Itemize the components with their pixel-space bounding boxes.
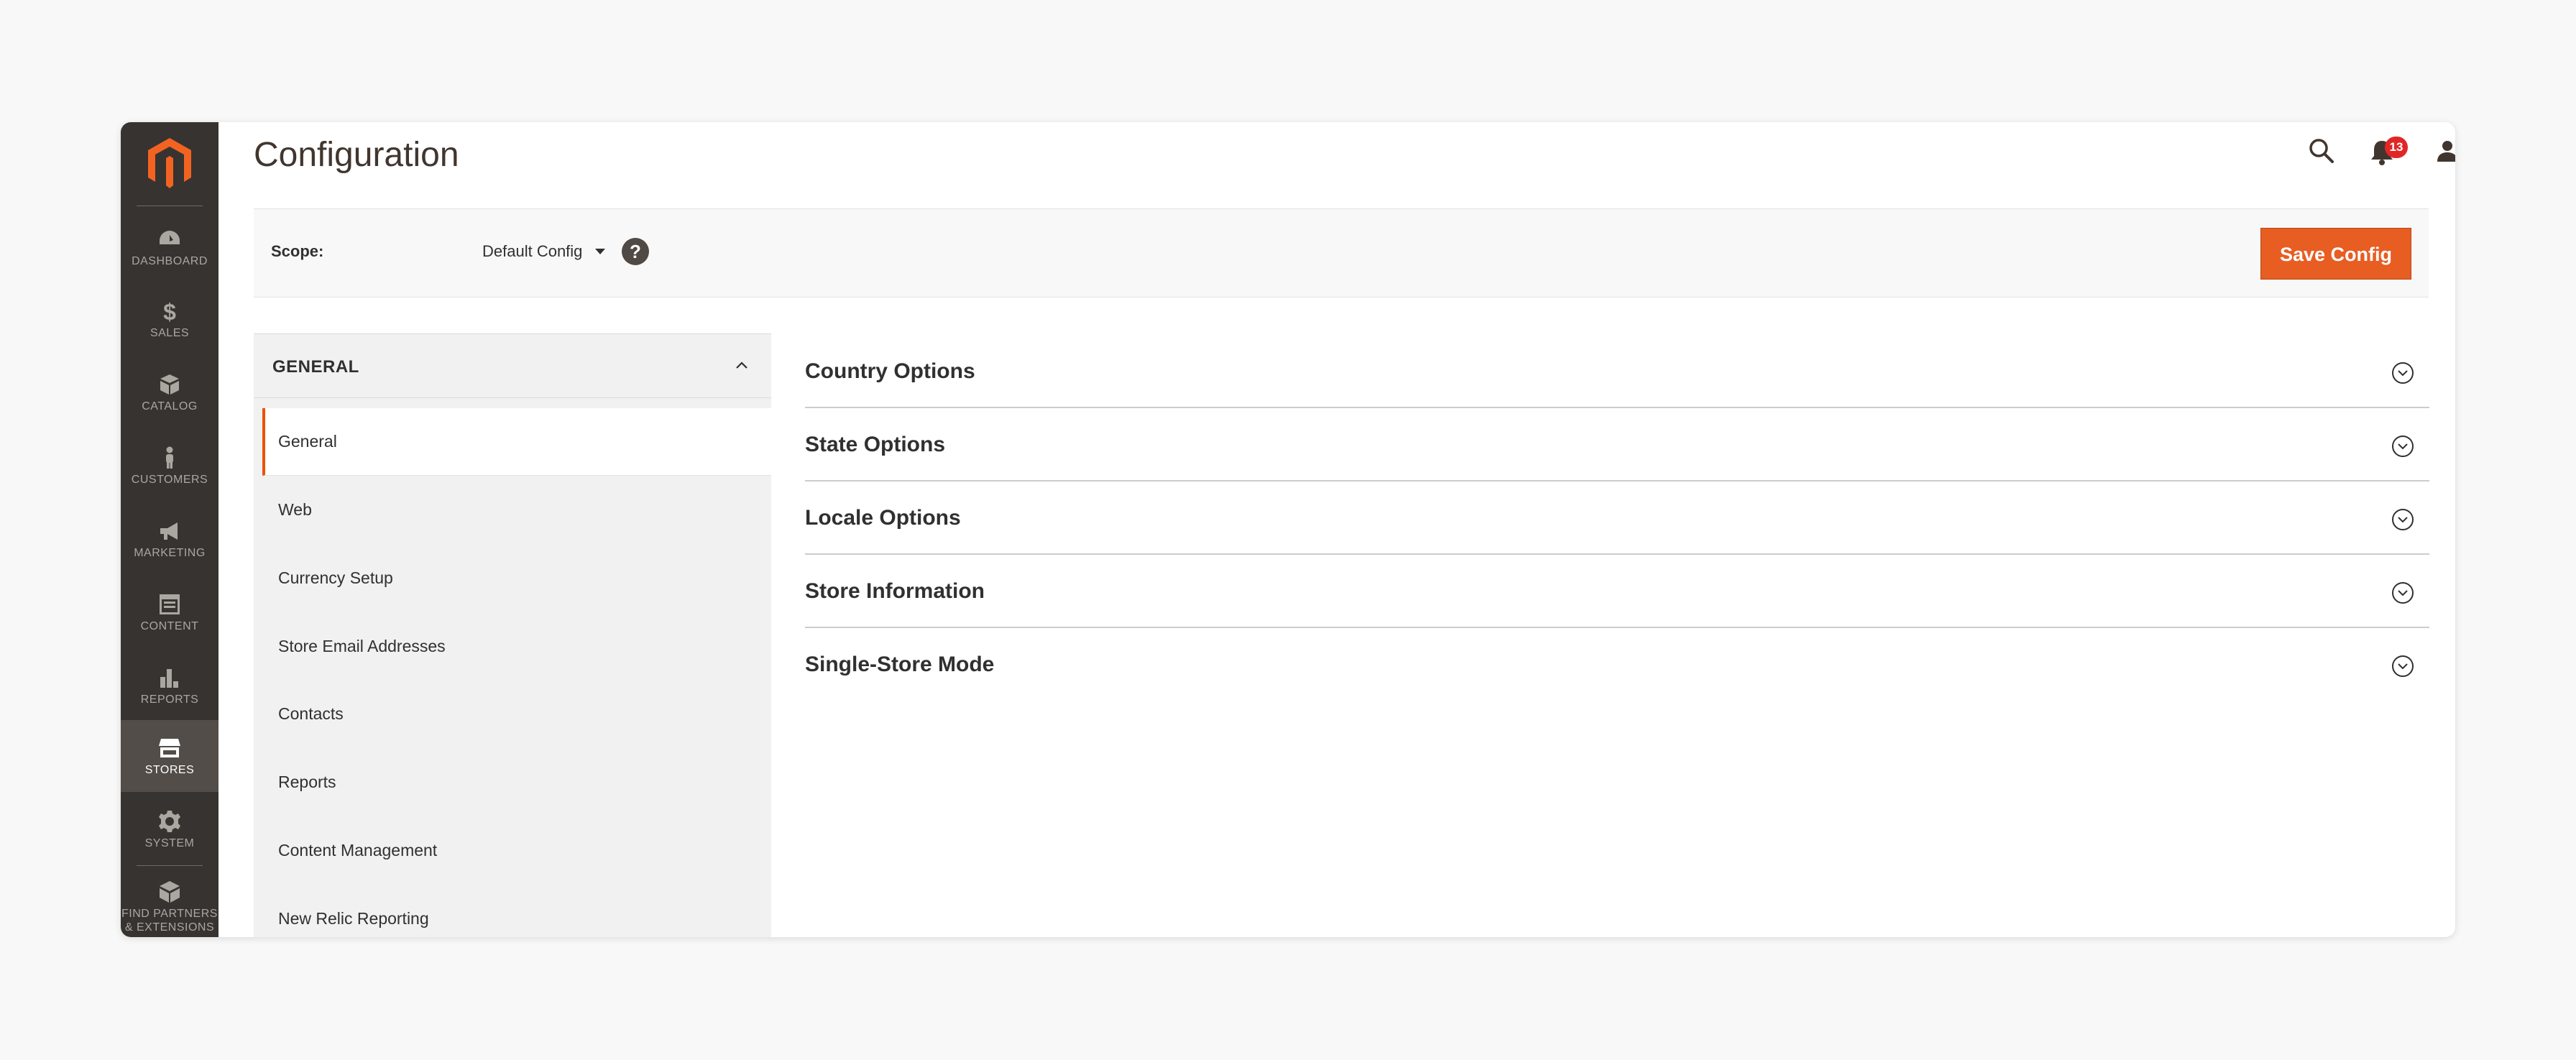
menu-item-system[interactable]: System (121, 793, 218, 865)
tab-general[interactable]: General (262, 408, 771, 476)
tab-store-email-addresses[interactable]: Store Email Addresses (262, 612, 771, 680)
dollar-icon: $ (157, 299, 182, 323)
chevron-down-icon (595, 249, 606, 254)
expand-circle-icon (2392, 655, 2414, 677)
menu-item-dashboard[interactable]: Dashboard (121, 211, 218, 283)
tab-web[interactable]: Web (262, 476, 771, 543)
magento-logo-icon[interactable] (145, 137, 194, 191)
tab-reports[interactable]: Reports (262, 748, 771, 816)
section-single-store-mode[interactable]: Single-Store Mode (805, 628, 2429, 701)
menu-item-reports[interactable]: Reports (121, 650, 218, 722)
config-tabs: GENERAL General Web Currency Setup Store… (254, 333, 771, 937)
gear-icon (157, 809, 182, 834)
bar-chart-icon (157, 665, 182, 690)
storefront-icon (157, 736, 182, 760)
menu-divider (137, 865, 203, 866)
person-icon (157, 446, 182, 470)
svg-text:$: $ (163, 299, 176, 323)
scope-switcher[interactable]: Default Config (482, 242, 606, 261)
dashboard-icon (157, 227, 182, 252)
expand-circle-icon (2392, 509, 2414, 530)
section-title: Single-Store Mode (805, 653, 995, 676)
tab-group-general[interactable]: GENERAL (254, 333, 771, 398)
menu-item-find-partners[interactable]: Find Partners & Extensions (121, 870, 218, 937)
search-icon[interactable] (2306, 135, 2337, 167)
box-icon (157, 372, 182, 397)
section-locale-options[interactable]: Locale Options (805, 481, 2429, 555)
scope-label: Scope: (271, 242, 324, 260)
expand-circle-icon (2392, 582, 2414, 604)
cubes-icon (157, 880, 182, 904)
help-icon[interactable]: ? (622, 238, 649, 265)
section-store-information[interactable]: Store Information (805, 555, 2429, 628)
notifications-count-badge: 13 (2385, 137, 2408, 158)
tab-content-management[interactable]: Content Management (262, 816, 771, 884)
admin-menu: Dashboard $ Sales Catalog Customers Mark… (121, 122, 218, 937)
section-title: State Options (805, 433, 946, 456)
section-country-options[interactable]: Country Options (805, 335, 2429, 408)
user-icon (2437, 141, 2455, 162)
tab-group-title: GENERAL (272, 357, 359, 377)
menu-item-sales[interactable]: $ Sales (121, 283, 218, 355)
expand-circle-icon (2392, 435, 2414, 457)
menu-item-stores[interactable]: Stores (121, 720, 218, 792)
admin-window: Dashboard $ Sales Catalog Customers Mark… (121, 122, 2455, 937)
layout-icon (157, 592, 182, 617)
tab-contacts[interactable]: Contacts (262, 680, 771, 747)
tab-new-relic-reporting[interactable]: New Relic Reporting (262, 885, 771, 937)
scope-value: Default Config (482, 242, 583, 260)
scope-toolbar: Scope: Default Config ? Save Config (254, 208, 2429, 298)
menu-item-marketing[interactable]: Marketing (121, 503, 218, 575)
menu-item-catalog[interactable]: Catalog (121, 356, 218, 428)
page-title: Configuration (254, 136, 459, 174)
section-title: Store Information (805, 579, 985, 603)
section-state-options[interactable]: State Options (805, 408, 2429, 481)
section-title: Locale Options (805, 506, 961, 530)
menu-item-content[interactable]: Content (121, 576, 218, 648)
save-config-button[interactable]: Save Config (2260, 228, 2411, 280)
chevron-up-icon (736, 361, 748, 369)
user-account-menu[interactable]: admin (2435, 135, 2455, 167)
megaphone-icon (157, 519, 182, 543)
section-title: Country Options (805, 359, 975, 383)
expand-circle-icon (2392, 362, 2414, 384)
tab-currency-setup[interactable]: Currency Setup (262, 544, 771, 612)
menu-item-customers[interactable]: Customers (121, 430, 218, 502)
